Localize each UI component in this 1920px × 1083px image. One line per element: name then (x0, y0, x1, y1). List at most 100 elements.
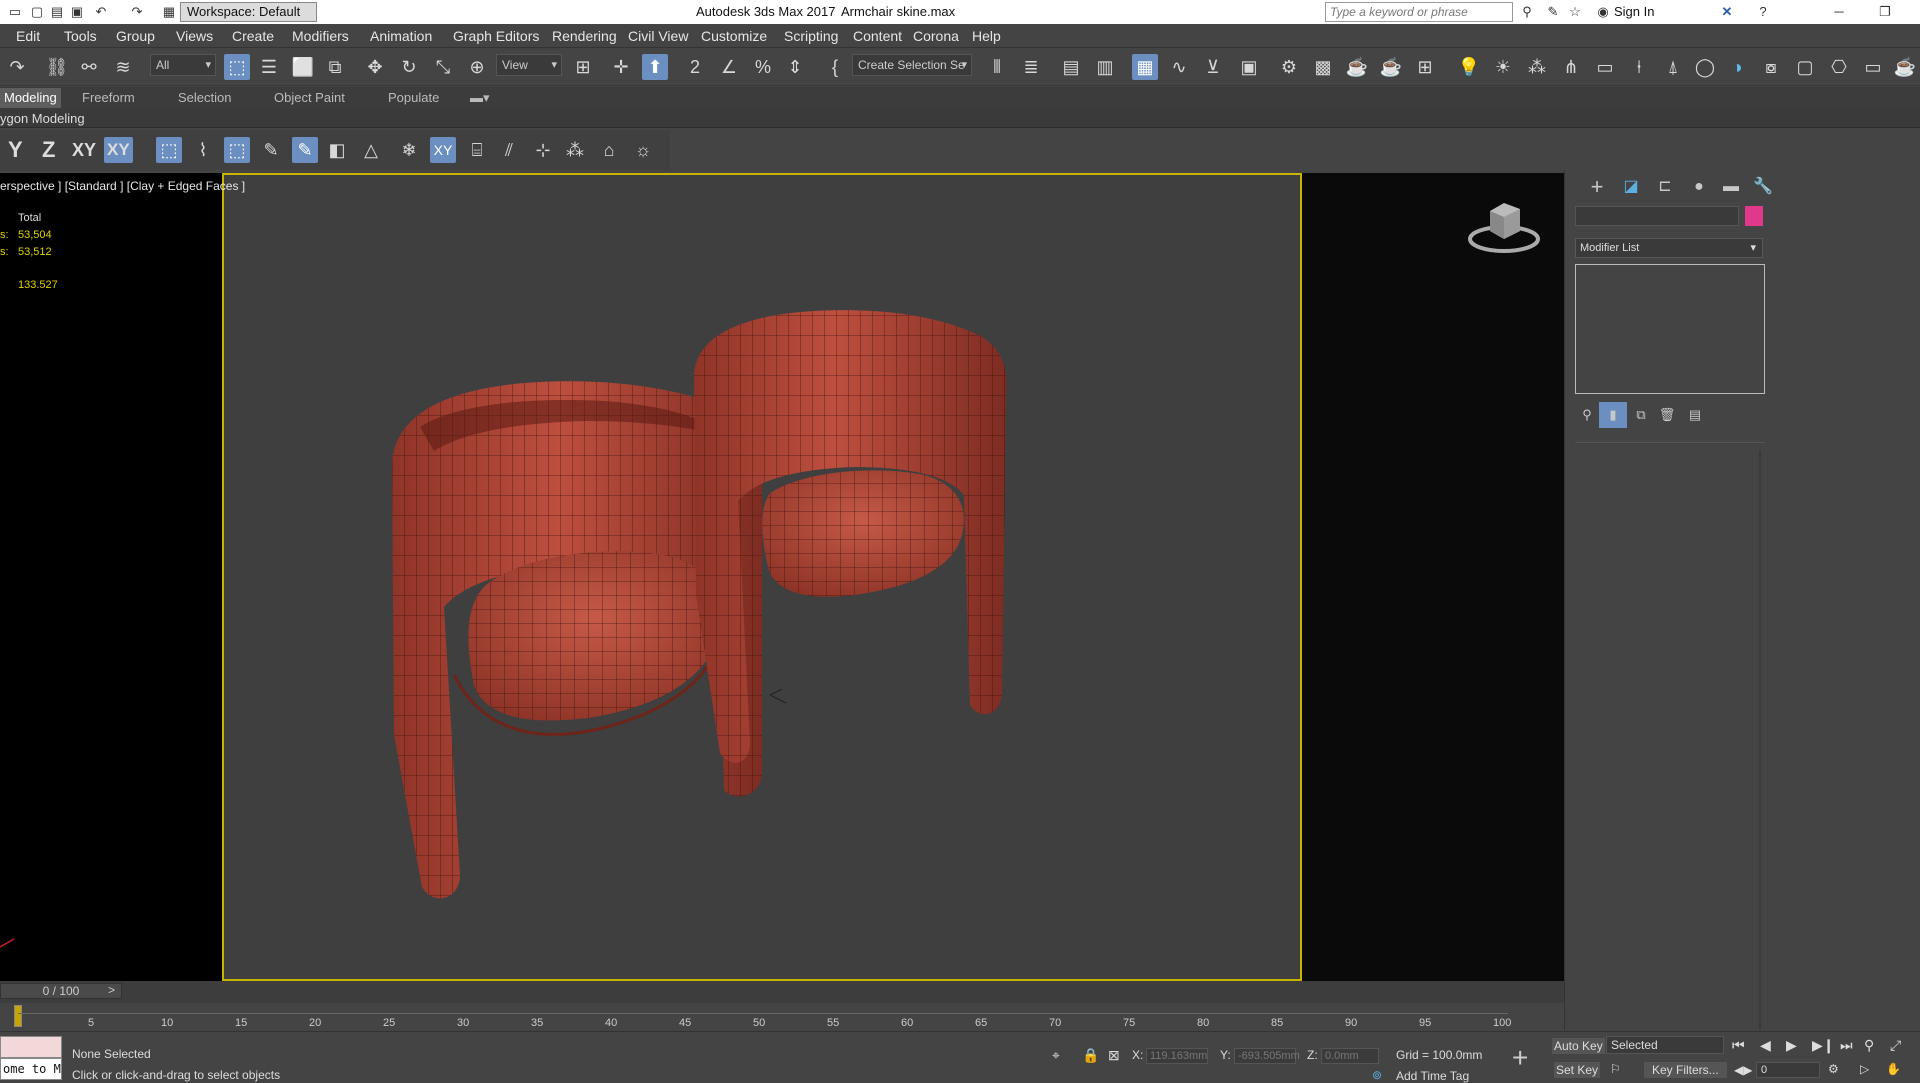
axis-z-button[interactable]: Z (42, 137, 55, 163)
current-frame-marker[interactable] (14, 1005, 22, 1027)
object-name-field[interactable] (1575, 206, 1739, 226)
panel-scrollbar[interactable] (1759, 450, 1761, 1030)
keyboard-shortcut-override-icon[interactable]: ⬆ (642, 54, 668, 80)
maxscript-listener-top[interactable] (0, 1036, 62, 1058)
motion-tab-icon[interactable]: ● (1685, 174, 1713, 200)
modifier-stack[interactable] (1575, 264, 1765, 394)
auto-key-button[interactable]: Auto Key (1552, 1038, 1605, 1054)
spinner-snap-icon[interactable]: ⇕ (782, 54, 808, 80)
remove-modifier-icon[interactable]: 🗑 (1653, 402, 1681, 428)
camera-snapshot-icon[interactable]: ⌸ (464, 137, 490, 163)
light-bulb-icon[interactable]: 💡 (1456, 54, 1482, 80)
object-color-swatch[interactable] (1745, 206, 1763, 226)
converter-icon[interactable]: ⍿ (1626, 54, 1652, 80)
scene-explorer-icon[interactable]: ▤ (1058, 54, 1084, 80)
scale-icon[interactable]: ⤡ (430, 54, 456, 80)
toggle-ribbon-icon[interactable]: ▦ (1132, 54, 1158, 80)
next-frame-key-icon[interactable]: ▶❙ (1812, 1037, 1835, 1054)
particle-icon[interactable]: ⁂ (562, 137, 588, 163)
mirror-icon[interactable]: ⫴ (984, 54, 1010, 80)
zoom-icon[interactable]: ⚲ (1864, 1037, 1874, 1054)
angle-icon[interactable]: △ (358, 137, 384, 163)
key-filters-button[interactable]: Key Filters... (1644, 1062, 1727, 1078)
curve-editor-icon[interactable]: ∿ (1166, 54, 1192, 80)
move-icon[interactable]: ✥ (362, 54, 388, 80)
object-toggle-icon[interactable]: ◧ (324, 137, 350, 163)
zoom-all-icon[interactable]: ⤢ (1890, 1037, 1901, 1054)
favorites-star-icon[interactable]: ☆ (1566, 3, 1584, 21)
time-config-icon[interactable]: ⚙ (1828, 1062, 1839, 1076)
percent-snap-icon[interactable]: % (750, 54, 776, 80)
search-input[interactable]: Type a keyword or phrase (1325, 2, 1513, 22)
perspective-viewport[interactable] (222, 173, 1302, 981)
goto-end-icon[interactable]: ⏭ (1840, 1037, 1853, 1054)
orbit-icon[interactable]: ▷ (1860, 1062, 1869, 1076)
snaps-toggle-icon[interactable]: 2 (682, 54, 708, 80)
material-editor-icon[interactable]: ▣ (1236, 54, 1262, 80)
exchange-icon[interactable]: ✕ (1718, 3, 1736, 21)
graduation-icon[interactable]: ⌂ (596, 137, 622, 163)
absolute-mode-icon[interactable]: ⊠ (1108, 1047, 1120, 1064)
tab-modeling[interactable]: Modeling (0, 88, 61, 108)
pin-stack-icon[interactable]: ⚲ (1573, 402, 1601, 428)
add-time-tag[interactable]: Add Time Tag (1396, 1069, 1469, 1083)
sphere-icon[interactable]: ◯ (1692, 54, 1718, 80)
modifier-list-dropdown[interactable]: Modifier List (1575, 238, 1763, 258)
viewport-label[interactable]: erspective ] [Standard ] [Clay + Edged F… (0, 179, 245, 193)
x-coordinate-field[interactable]: 119.163mm (1146, 1048, 1208, 1064)
helper-icon[interactable]: ☼ (630, 137, 656, 163)
redo-icon[interactable]: ↷ (128, 3, 146, 21)
workspace-dropdown[interactable]: Workspace: Default (180, 2, 317, 22)
proxy-icon[interactable]: ⋔ (1558, 54, 1584, 80)
menu-rendering[interactable]: Rendering (552, 28, 617, 44)
spline-icon[interactable]: ⊹ (530, 137, 556, 163)
menu-group[interactable]: Group (116, 28, 155, 44)
timeline-ruler[interactable]: 5 10 15 20 25 30 35 40 45 50 55 60 65 70… (0, 1003, 1564, 1031)
select-object-icon[interactable]: ⬚ (224, 54, 250, 80)
add-key-icon[interactable]: + (1512, 1042, 1528, 1074)
axis-y-button[interactable]: Y (8, 137, 23, 163)
menu-edit[interactable]: Edit (16, 28, 40, 44)
viewcube-icon[interactable] (1466, 195, 1542, 257)
open-file-icon[interactable]: ▤ (48, 3, 66, 21)
schematic-view-icon[interactable]: ⊻ (1200, 54, 1226, 80)
menu-help[interactable]: Help (972, 28, 1001, 44)
menu-create[interactable]: Create (232, 28, 274, 44)
z-coordinate-field[interactable]: 0.0mm (1321, 1048, 1379, 1064)
frame-buffer-icon[interactable]: ▭ (1592, 54, 1618, 80)
ribbon-panel-label[interactable]: ygon Modeling (0, 111, 85, 126)
menu-animation[interactable]: Animation (370, 28, 432, 44)
save-file-icon[interactable]: ▣ (68, 3, 86, 21)
transform-gizmo[interactable] (769, 688, 787, 704)
maxscript-listener[interactable]: ome to M (0, 1058, 62, 1080)
set-key-button[interactable]: Set Key (1554, 1062, 1601, 1078)
material-library-icon[interactable]: ◑ (1724, 54, 1750, 80)
interactive-render-icon[interactable]: ⍋ (1660, 54, 1686, 80)
render-iterative-icon[interactable]: ☕ (1378, 54, 1404, 80)
y-coordinate-field[interactable]: -693.505mm (1234, 1048, 1300, 1064)
select-manipulate-icon[interactable]: ✛ (608, 54, 634, 80)
menu-modifiers[interactable]: Modifiers (292, 28, 349, 44)
edit-named-selection-icon[interactable]: { (822, 54, 848, 80)
unlink-icon[interactable]: ⚯ (76, 54, 102, 80)
current-frame-field[interactable]: 0 (1756, 1062, 1820, 1078)
undo-icon[interactable]: ↶ (92, 3, 110, 21)
play-icon[interactable]: ▶ (1786, 1037, 1797, 1054)
lasso-icon[interactable]: ⌇ (190, 137, 216, 163)
tab-populate[interactable]: Populate (388, 90, 439, 105)
crossing-icon[interactable]: ⬚ (224, 137, 250, 163)
menu-scripting[interactable]: Scripting (784, 28, 838, 44)
pivot-center-icon[interactable]: ⊞ (570, 54, 596, 80)
key-mode-dropdown[interactable]: Selected (1606, 1036, 1724, 1054)
next-frame-icon[interactable]: > (108, 983, 115, 997)
edit-icon[interactable]: ✎ (258, 137, 284, 163)
align-icon[interactable]: ≣ (1018, 54, 1044, 80)
time-slider-bar[interactable]: 0 / 100 > (0, 981, 1564, 1003)
rendered-frame-window-icon[interactable]: ▩ (1310, 54, 1336, 80)
axis-xy-button[interactable]: XY (72, 140, 96, 161)
window-crossing-icon[interactable]: ⧉ (322, 54, 348, 80)
new-file-icon[interactable]: ▢ (28, 3, 46, 21)
project-folder-icon[interactable]: ▦ (160, 3, 178, 21)
create-tab-icon[interactable]: + (1583, 174, 1611, 200)
menu-civil-view[interactable]: Civil View (628, 28, 688, 44)
